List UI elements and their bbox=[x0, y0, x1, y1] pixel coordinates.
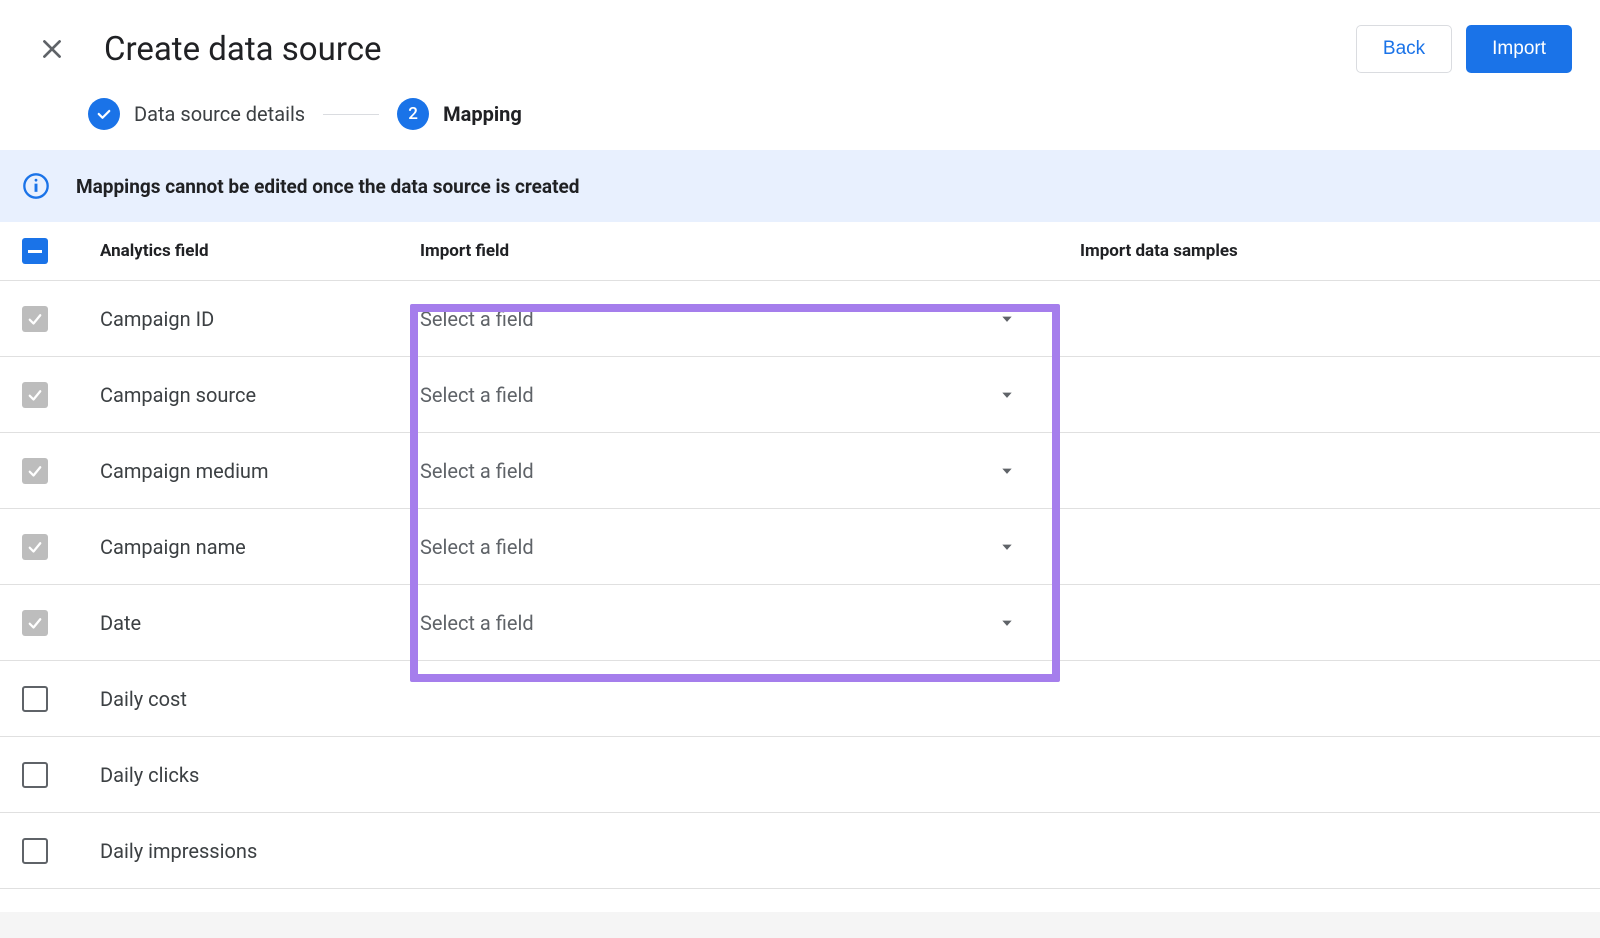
check-icon bbox=[26, 310, 44, 328]
page-title: Create data source bbox=[104, 30, 1356, 69]
import-field-select[interactable]: Select a field bbox=[420, 365, 1036, 425]
step-1-label: Data source details bbox=[134, 102, 305, 126]
action-buttons: Back Import bbox=[1356, 25, 1572, 73]
column-import-field: Import field bbox=[420, 241, 1080, 261]
import-field-select[interactable]: Select a field bbox=[420, 441, 1036, 501]
table-row: Daily clicks bbox=[0, 737, 1600, 813]
close-button[interactable] bbox=[28, 25, 76, 73]
check-icon bbox=[26, 614, 44, 632]
select-placeholder: Select a field bbox=[420, 611, 534, 635]
table-row: Campaign ID Select a field bbox=[0, 281, 1600, 357]
column-import-samples: Import data samples bbox=[1080, 241, 1578, 261]
step-data-source-details[interactable]: Data source details bbox=[88, 98, 305, 130]
row-checkbox bbox=[22, 610, 48, 636]
import-field-select[interactable]: Select a field bbox=[420, 593, 1036, 653]
table-row: Campaign name Select a field bbox=[0, 509, 1600, 585]
row-checkbox[interactable] bbox=[22, 838, 48, 864]
select-all-checkbox[interactable] bbox=[22, 238, 48, 264]
table-row: Daily impressions bbox=[0, 813, 1600, 889]
mapping-table: Analytics field Import field Import data… bbox=[0, 222, 1600, 889]
check-icon bbox=[26, 386, 44, 404]
chevron-down-icon bbox=[1000, 540, 1014, 554]
check-icon bbox=[88, 98, 120, 130]
info-banner: Mappings cannot be edited once the data … bbox=[0, 150, 1600, 222]
close-icon bbox=[39, 36, 65, 62]
table-row: Campaign medium Select a field bbox=[0, 433, 1600, 509]
analytics-field-label: Campaign name bbox=[100, 535, 246, 559]
import-field-select[interactable]: Select a field bbox=[420, 289, 1036, 349]
check-icon bbox=[26, 538, 44, 556]
select-placeholder: Select a field bbox=[420, 383, 534, 407]
info-icon bbox=[22, 172, 50, 200]
analytics-field-label: Daily clicks bbox=[100, 763, 199, 787]
stepper: Data source details 2 Mapping bbox=[0, 80, 1600, 150]
analytics-field-label: Campaign ID bbox=[100, 307, 214, 331]
analytics-field-label: Campaign medium bbox=[100, 459, 269, 483]
step-2-label: Mapping bbox=[443, 102, 522, 126]
row-checkbox bbox=[22, 534, 48, 560]
top-bar: Create data source Back Import bbox=[0, 0, 1600, 80]
chevron-down-icon bbox=[1000, 388, 1014, 402]
step-connector bbox=[323, 114, 379, 115]
table-row: Campaign source Select a field bbox=[0, 357, 1600, 433]
row-checkbox[interactable] bbox=[22, 762, 48, 788]
step-mapping[interactable]: 2 Mapping bbox=[397, 98, 522, 130]
row-checkbox bbox=[22, 306, 48, 332]
table-header: Analytics field Import field Import data… bbox=[0, 222, 1600, 281]
import-button[interactable]: Import bbox=[1466, 25, 1572, 73]
chevron-down-icon bbox=[1000, 616, 1014, 630]
table-row: Daily cost bbox=[0, 661, 1600, 737]
analytics-field-label: Campaign source bbox=[100, 383, 256, 407]
check-icon bbox=[26, 462, 44, 480]
select-placeholder: Select a field bbox=[420, 535, 534, 559]
chevron-down-icon bbox=[1000, 464, 1014, 478]
back-button[interactable]: Back bbox=[1356, 25, 1452, 73]
banner-text: Mappings cannot be edited once the data … bbox=[76, 175, 580, 198]
row-checkbox bbox=[22, 458, 48, 484]
chevron-down-icon bbox=[1000, 312, 1014, 326]
select-placeholder: Select a field bbox=[420, 459, 534, 483]
step-2-number: 2 bbox=[397, 98, 429, 130]
footer-space bbox=[0, 912, 1600, 938]
row-checkbox[interactable] bbox=[22, 686, 48, 712]
table-row: Date Select a field bbox=[0, 585, 1600, 661]
analytics-field-label: Daily impressions bbox=[100, 839, 257, 863]
analytics-field-label: Daily cost bbox=[100, 687, 187, 711]
row-checkbox bbox=[22, 382, 48, 408]
select-placeholder: Select a field bbox=[420, 307, 534, 331]
column-analytics-field: Analytics field bbox=[100, 241, 420, 261]
analytics-field-label: Date bbox=[100, 611, 141, 635]
import-field-select[interactable]: Select a field bbox=[420, 517, 1036, 577]
